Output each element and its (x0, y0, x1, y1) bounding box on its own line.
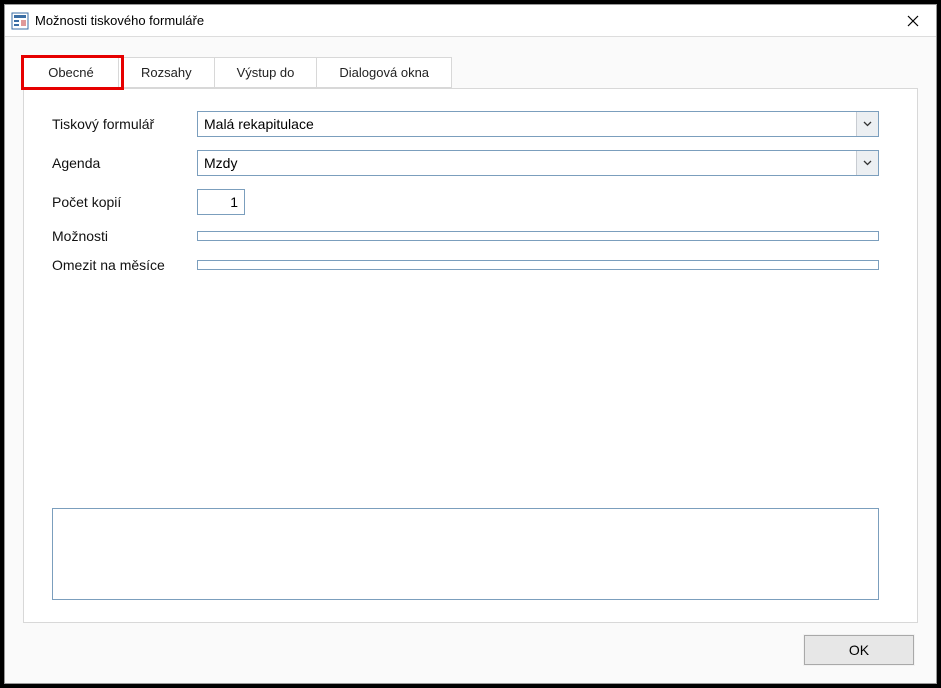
label-options: Možnosti (52, 228, 197, 244)
chevron-down-icon (863, 121, 872, 127)
chevron-down-icon (863, 160, 872, 166)
row-copies: Počet kopií 1 (52, 189, 879, 215)
combo-print-form-value: Malá rekapitulace (198, 112, 856, 136)
dialog-footer: OK (23, 623, 918, 669)
row-print-form: Tiskový formulář Malá rekapitulace (52, 111, 879, 137)
label-print-form: Tiskový formulář (52, 116, 197, 132)
label-copies: Počet kopií (52, 194, 197, 210)
input-limit-months[interactable] (197, 260, 879, 270)
row-options: Možnosti (52, 228, 879, 244)
client-area: Obecné Rozsahy Výstup do Dialogová okna … (5, 37, 936, 683)
window-title: Možnosti tiskového formuláře (35, 13, 890, 28)
spacer (52, 286, 879, 500)
tab-general[interactable]: Obecné (24, 58, 119, 88)
close-button[interactable] (890, 5, 936, 37)
combo-agenda[interactable]: Mzdy (197, 150, 879, 176)
tab-strip: Obecné Rozsahy Výstup do Dialogová okna (23, 57, 452, 88)
input-copies[interactable]: 1 (197, 189, 245, 215)
row-agenda: Agenda Mzdy (52, 150, 879, 176)
tab-dialogs[interactable]: Dialogová okna (317, 58, 451, 88)
label-agenda: Agenda (52, 155, 197, 171)
tabs-wrap: Obecné Rozsahy Výstup do Dialogová okna (23, 57, 918, 88)
title-bar: Možnosti tiskového formuláře (5, 5, 936, 37)
combo-agenda-button[interactable] (856, 151, 878, 175)
tab-page-general: Tiskový formulář Malá rekapitulace Agend… (23, 88, 918, 623)
dialog-window: Možnosti tiskového formuláře Obecné Rozs… (4, 4, 937, 684)
label-limit-months: Omezit na měsíce (52, 257, 197, 273)
input-options[interactable] (197, 231, 879, 241)
row-limit-months: Omezit na měsíce (52, 257, 879, 273)
app-icon (11, 12, 29, 30)
close-icon (907, 15, 919, 27)
description-box[interactable] (52, 508, 879, 600)
combo-print-form[interactable]: Malá rekapitulace (197, 111, 879, 137)
tab-output-to[interactable]: Výstup do (215, 58, 318, 88)
combo-print-form-button[interactable] (856, 112, 878, 136)
tab-ranges[interactable]: Rozsahy (119, 58, 215, 88)
combo-agenda-value: Mzdy (198, 151, 856, 175)
ok-button[interactable]: OK (804, 635, 914, 665)
